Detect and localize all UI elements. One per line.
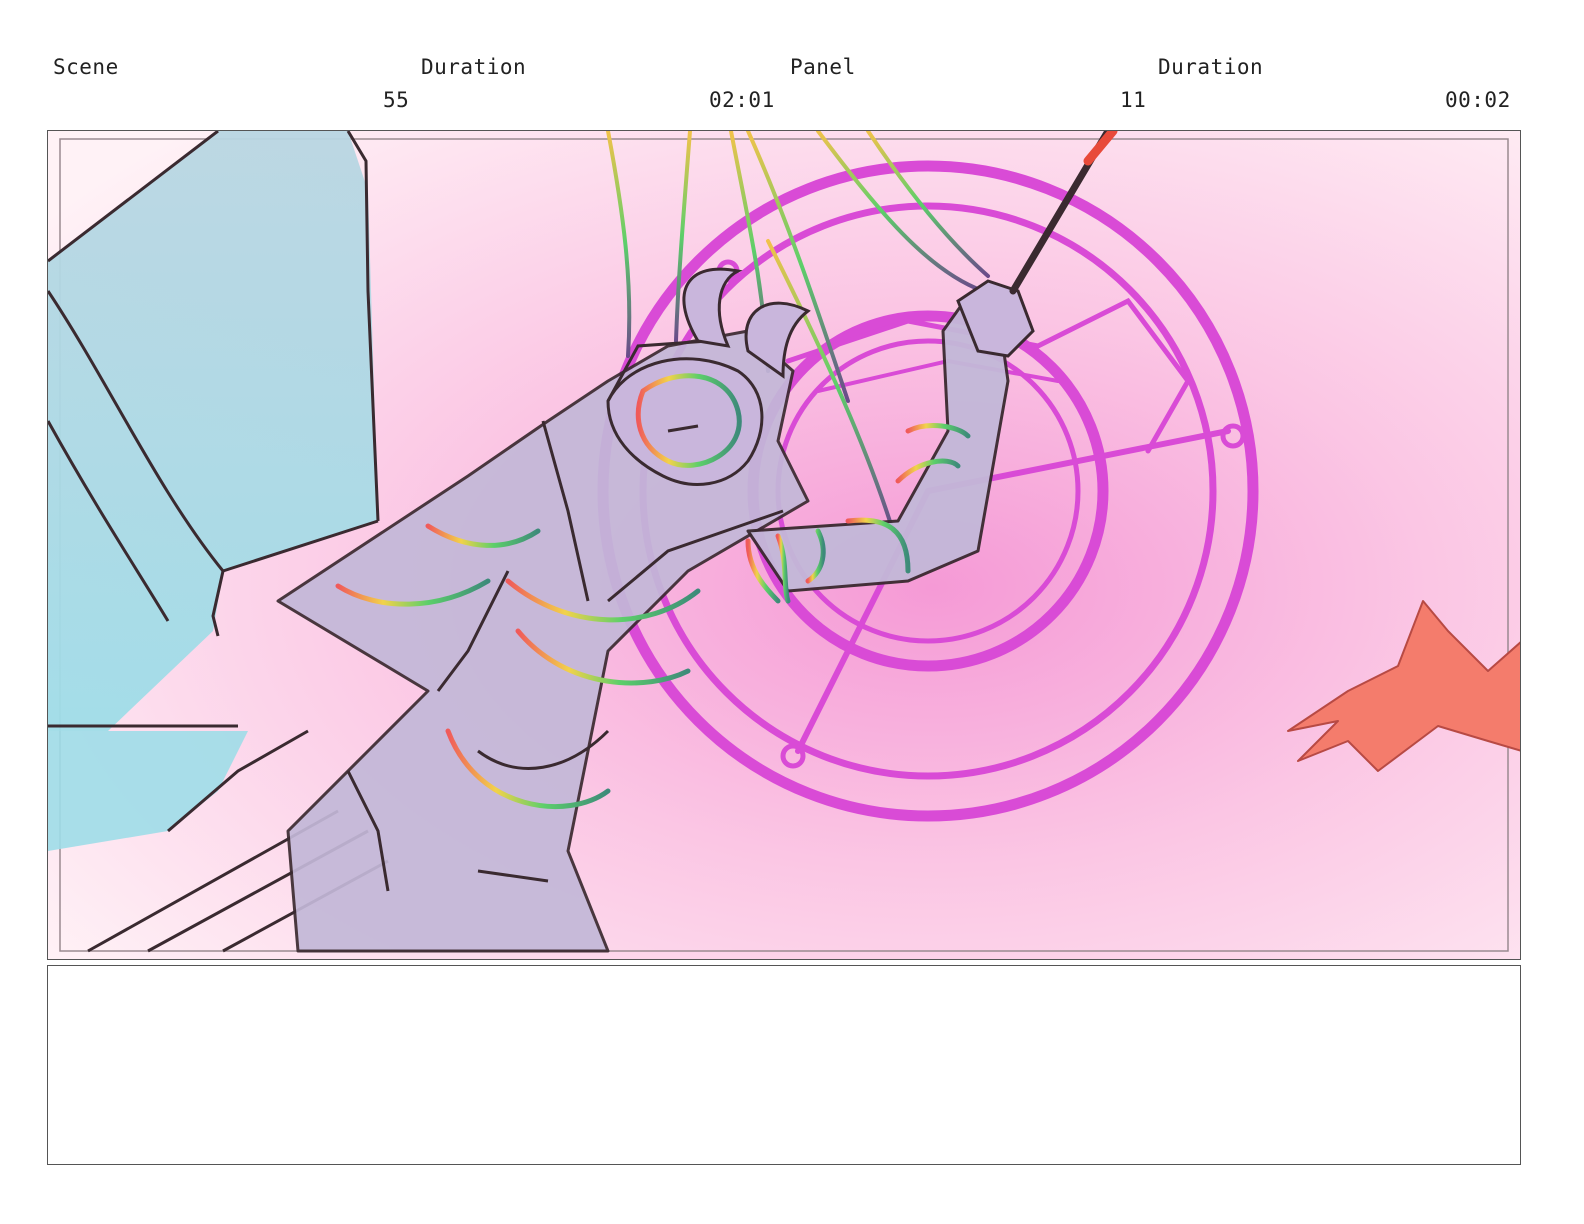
scene-label: Scene bbox=[53, 55, 119, 79]
panel-duration-label: Duration bbox=[1158, 55, 1264, 79]
storyboard-panel bbox=[47, 130, 1521, 960]
scene-duration-value: 02:01 bbox=[709, 88, 775, 112]
panel-notes-text bbox=[48, 966, 1520, 990]
panel-duration-value: 00:02 bbox=[1445, 88, 1511, 112]
panel-notes-box bbox=[47, 965, 1521, 1165]
panel-artwork bbox=[48, 131, 1520, 959]
scene-number: 55 bbox=[383, 88, 410, 112]
panel-label: Panel bbox=[790, 55, 856, 79]
scene-duration-label: Duration bbox=[421, 55, 527, 79]
panel-number: 11 bbox=[1120, 88, 1147, 112]
